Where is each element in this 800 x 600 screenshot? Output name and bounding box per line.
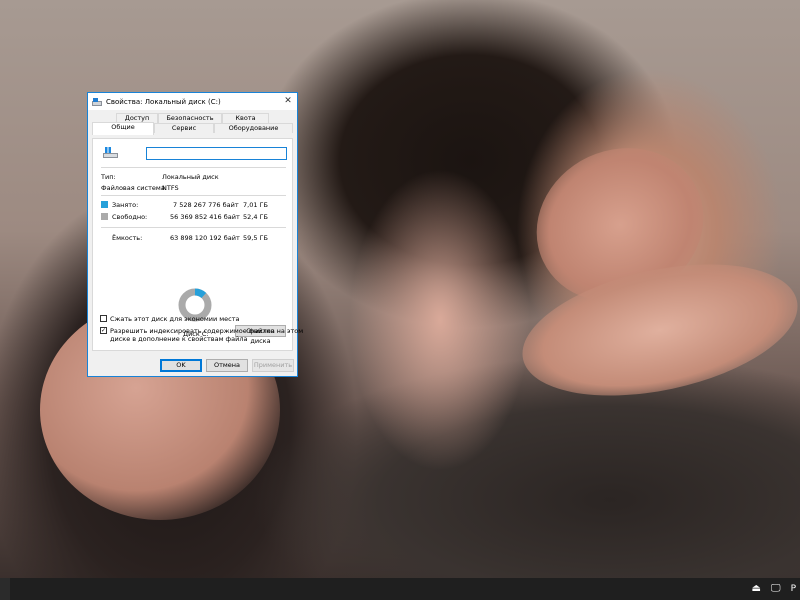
separator <box>101 167 286 168</box>
language-indicator[interactable]: Р <box>791 584 796 594</box>
network-icon[interactable]: 🖵 <box>771 578 781 600</box>
used-label: Занято: <box>112 201 139 209</box>
free-label: Свободно: <box>112 213 148 221</box>
used-bytes: 7 528 267 776 байт <box>173 201 239 209</box>
type-value: Локальный диск <box>162 173 219 181</box>
capacity-size: 59,5 ГБ <box>243 234 268 242</box>
tab-hardware[interactable]: Оборудование <box>214 123 293 133</box>
hard-drive-icon <box>103 147 119 158</box>
compress-label: Сжать этот диск для экономии места <box>110 315 240 323</box>
system-tray: ⏏ 🖵 Р <box>751 578 800 600</box>
index-label-line1: Разрешить индексировать содержимое файло… <box>110 327 304 335</box>
cancel-button[interactable]: Отмена <box>206 359 248 372</box>
tab-general[interactable]: Общие <box>92 122 154 135</box>
disk-properties-dialog: Свойства: Локальный диск (C:) ✕ Доступ Б… <box>87 92 303 377</box>
drive-name-input[interactable] <box>146 147 287 160</box>
tab-quota[interactable]: Квота <box>222 113 269 123</box>
drive-icon <box>92 97 102 106</box>
checkmark-icon: ✓ <box>101 327 107 334</box>
usb-icon[interactable]: ⏏ <box>751 578 760 600</box>
tab-security[interactable]: Безопасность <box>158 113 222 123</box>
taskbar: ⏏ 🖵 Р <box>0 578 800 600</box>
free-bytes: 56 369 852 416 байт <box>170 213 240 221</box>
filesystem-value: NTFS <box>162 184 179 192</box>
free-space-swatch <box>101 213 108 220</box>
index-checkbox[interactable]: ✓ <box>100 327 107 334</box>
index-label-line2: диске в дополнение к свойствам файла <box>110 335 248 343</box>
separator <box>101 195 286 196</box>
separator <box>101 227 286 228</box>
used-size: 7,01 ГБ <box>243 201 268 209</box>
apply-button[interactable]: Применить <box>252 359 294 372</box>
capacity-bytes: 63 898 120 192 байт <box>170 234 240 242</box>
used-space-swatch <box>101 201 108 208</box>
start-button[interactable] <box>0 578 10 600</box>
ok-button[interactable]: OK <box>160 359 202 372</box>
window-title: Свойства: Локальный диск (C:) <box>106 97 221 106</box>
filesystem-label: Файловая система: <box>101 184 167 192</box>
capacity-label: Ёмкость: <box>112 234 143 242</box>
free-size: 52,4 ГБ <box>243 213 268 221</box>
title-bar[interactable]: Свойства: Локальный диск (C:) ✕ <box>88 93 297 110</box>
tab-strip: Доступ Безопасность Квота Общие Сервис О… <box>92 113 293 139</box>
close-button[interactable]: ✕ <box>282 95 294 107</box>
type-label: Тип: <box>101 173 116 181</box>
compress-checkbox[interactable] <box>100 315 107 322</box>
tab-service[interactable]: Сервис <box>154 123 214 133</box>
